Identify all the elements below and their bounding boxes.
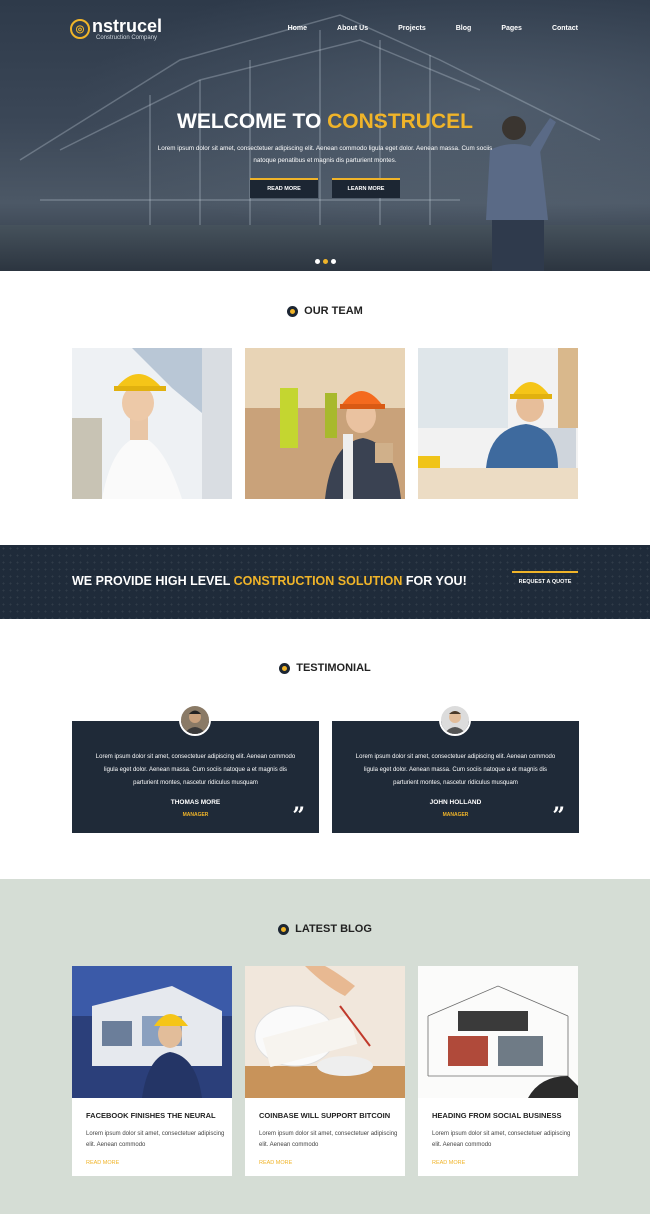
helmet-icon — [278, 923, 290, 935]
blog-image-2 — [245, 966, 405, 1098]
team-heading-text: OUR TEAM — [304, 305, 363, 317]
team-photo-2 — [245, 348, 405, 499]
logo-icon: ◎ — [70, 19, 90, 39]
blog-excerpt: Lorem ipsum dolor sit amet, consectetuer… — [432, 1131, 571, 1148]
team-photo-3 — [418, 348, 578, 499]
blog-excerpt: Lorem ipsum dolor sit amet, consectetuer… — [259, 1131, 398, 1148]
nav-home[interactable]: Home — [288, 25, 307, 32]
hero-slider: ◎ nstrucel Construction Company Home Abo… — [0, 0, 650, 271]
team-member-card[interactable] — [418, 348, 578, 499]
learn-more-button[interactable]: LEARN MORE — [332, 178, 400, 198]
slider-dots — [0, 259, 650, 264]
team-member-card[interactable] — [245, 348, 405, 499]
testimonial-text: Lorem ipsum dolor sit amet, consectetuer… — [95, 754, 296, 786]
testimonial-role: MANAGER — [182, 812, 209, 818]
read-more-button[interactable]: READ MORE — [250, 178, 318, 198]
blog-heading-text: LATEST BLOG — [295, 923, 372, 935]
team-member-card[interactable] — [72, 348, 232, 499]
avatar — [179, 704, 211, 736]
testimonial-name: JOHN HOLLAND — [429, 799, 482, 806]
blog-card[interactable]: HEADING FROM SOCIAL BUSINESS Lorem ipsum… — [418, 966, 578, 1176]
read-more-link[interactable]: READ MORE — [86, 1160, 119, 1166]
banner-text-start: WE PROVIDE HIGH LEVEL — [72, 574, 231, 588]
slider-dot-2[interactable] — [322, 259, 328, 264]
blog-heading: LATEST BLOG — [0, 923, 650, 935]
read-more-link[interactable]: READ MORE — [432, 1160, 465, 1166]
blog-image-1 — [72, 966, 232, 1098]
hero-title-highlight: CONSTRUCEL — [327, 110, 473, 133]
nav-blog[interactable]: Blog — [456, 25, 472, 32]
testimonial-card: Lorem ipsum dolor sit amet, consectetuer… — [72, 721, 319, 833]
main-nav: Home About Us Projects Blog Pages Contac… — [258, 25, 578, 32]
testimonial-heading-text: TESTIMONIAL — [296, 662, 371, 674]
testimonial-heading: TESTIMONIAL — [0, 662, 650, 674]
testimonial-role: MANAGER — [442, 812, 469, 818]
banner-text-highlight: CONSTRUCTION SOLUTION — [233, 574, 403, 588]
testimonial-name: THOMAS MORE — [170, 799, 221, 806]
brand-name: nstrucel — [92, 16, 163, 36]
blog-title[interactable]: COINBASE WILL SUPPORT BITCOIN — [259, 1111, 390, 1120]
banner-text-end: FOR YOU! — [405, 574, 467, 588]
read-more-link[interactable]: READ MORE — [259, 1160, 292, 1166]
nav-pages[interactable]: Pages — [501, 25, 522, 32]
slider-dot-1[interactable] — [314, 259, 320, 264]
blog-title[interactable]: FACEBOOK FINISHES THE NEURAL — [86, 1111, 216, 1120]
banner-text: WE PROVIDE HIGH LEVEL CONSTRUCTION SOLUT… — [72, 574, 467, 588]
team-heading: OUR TEAM — [0, 305, 650, 317]
brand-tagline: Construction Company — [96, 35, 158, 41]
testimonial-card: Lorem ipsum dolor sit amet, consectetuer… — [332, 721, 579, 833]
blog-card[interactable]: COINBASE WILL SUPPORT BITCOIN Lorem ipsu… — [245, 966, 405, 1176]
testimonial-text: Lorem ipsum dolor sit amet, consectetuer… — [355, 754, 556, 786]
quote-icon: ” — [552, 803, 565, 829]
nav-projects[interactable]: Projects — [398, 25, 426, 32]
nav-contact[interactable]: Contact — [552, 25, 578, 32]
helmet-icon — [279, 662, 291, 674]
blog-title[interactable]: HEADING FROM SOCIAL BUSINESS — [432, 1111, 561, 1120]
blog-image-3 — [418, 966, 578, 1098]
slider-dot-3[interactable] — [330, 259, 336, 264]
hero-title-prefix: WELCOME TO — [177, 110, 322, 133]
hero-title: WELCOME TO CONSTRUCEL — [0, 110, 650, 134]
blog-card[interactable]: FACEBOOK FINISHES THE NEURAL Lorem ipsum… — [72, 966, 232, 1176]
helmet-icon — [287, 305, 299, 317]
blog-excerpt: Lorem ipsum dolor sit amet, consectetuer… — [86, 1131, 225, 1148]
brand-logo[interactable]: ◎ nstrucel Construction Company — [70, 17, 162, 41]
quote-icon: ” — [292, 803, 305, 829]
team-photo-1 — [72, 348, 232, 499]
hero-text: Lorem ipsum dolor sit amet, consectetuer… — [157, 145, 493, 164]
avatar — [439, 704, 471, 736]
nav-about-us[interactable]: About Us — [337, 25, 368, 32]
request-quote-button[interactable]: REQUEST A QUOTE — [512, 571, 578, 591]
